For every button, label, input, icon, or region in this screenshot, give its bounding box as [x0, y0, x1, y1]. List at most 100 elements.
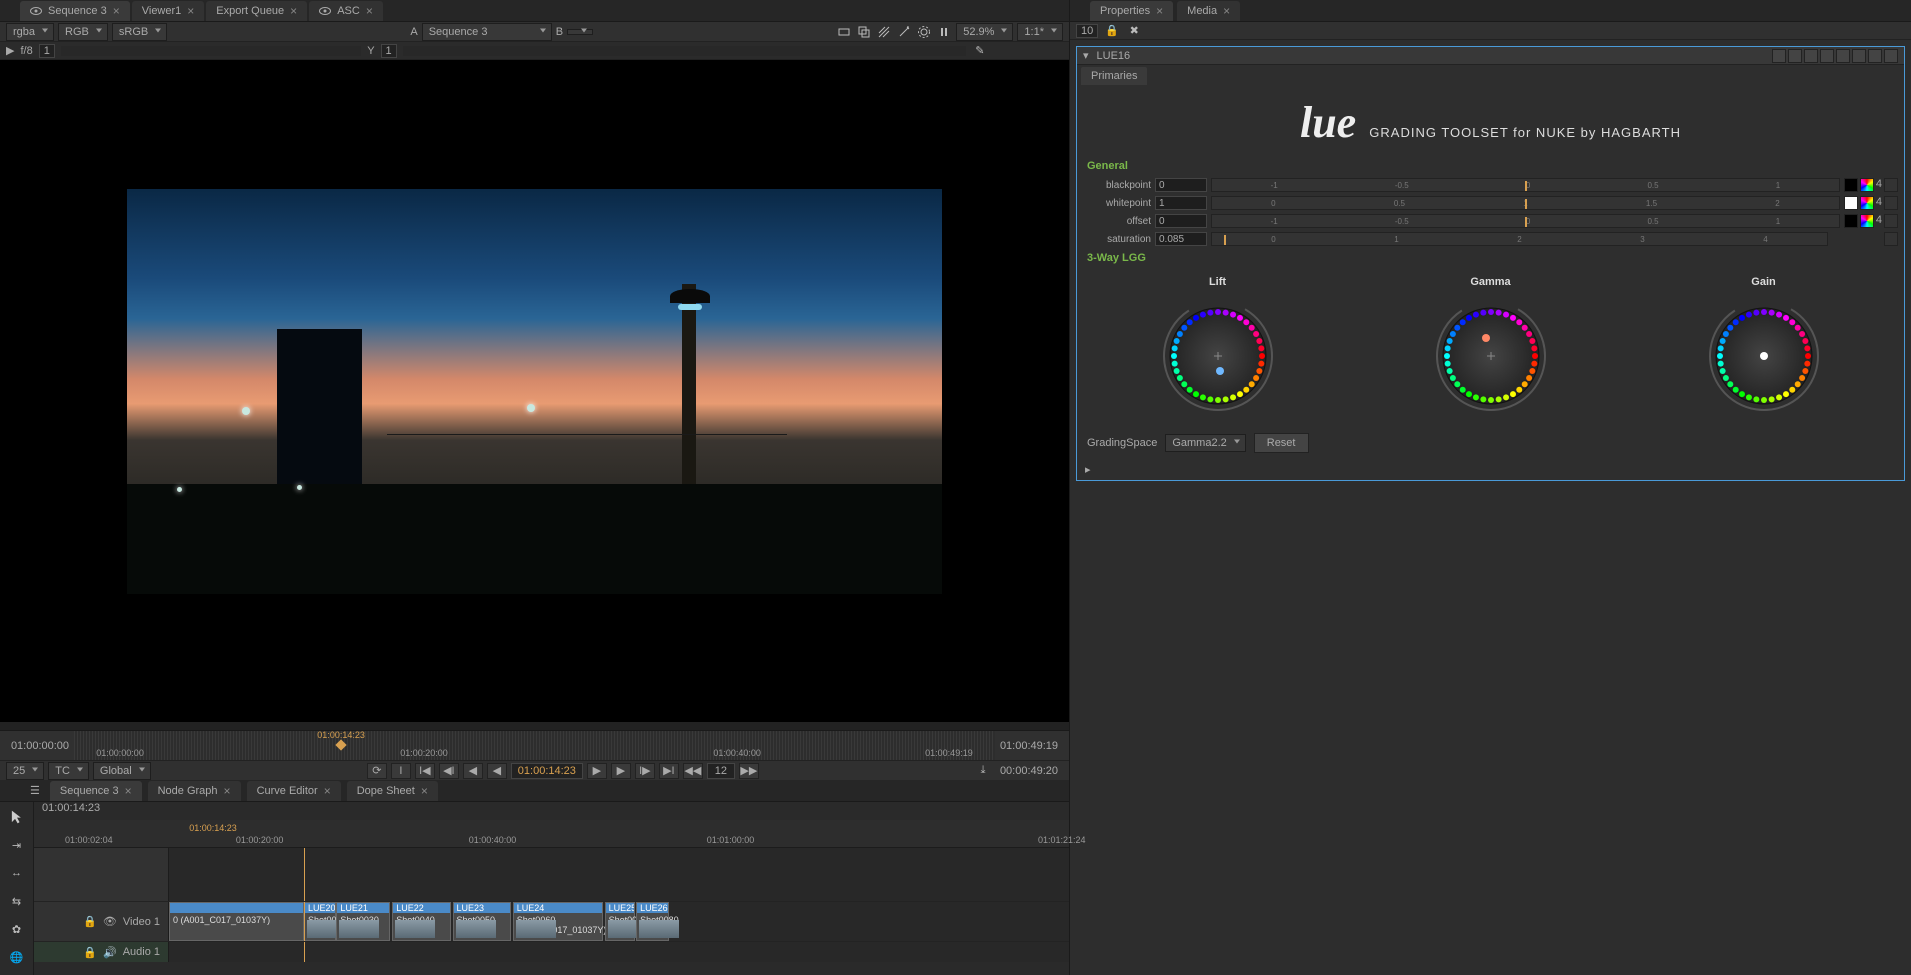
- viewer-area[interactable]: [0, 60, 1069, 722]
- eye-icon[interactable]: 👁: [103, 915, 117, 928]
- go-start-icon[interactable]: I◀: [415, 763, 435, 779]
- saturation-input[interactable]: [1155, 232, 1207, 246]
- close-icon[interactable]: ×: [187, 4, 194, 18]
- range-tool-icon[interactable]: ↔: [8, 864, 26, 882]
- node-header[interactable]: ▾ LUE16: [1077, 47, 1904, 65]
- node-close-icon[interactable]: [1884, 49, 1898, 63]
- edit-icon[interactable]: ✎: [972, 43, 988, 59]
- node-btn-6[interactable]: [1852, 49, 1866, 63]
- gain-color-wheel[interactable]: [1704, 296, 1824, 416]
- play-icon[interactable]: ▶: [587, 763, 607, 779]
- tab-properties[interactable]: Properties×: [1090, 1, 1173, 21]
- chevron-down-icon[interactable]: ▾: [1083, 49, 1089, 62]
- fstop-value[interactable]: 1: [39, 44, 55, 58]
- source-a-dropdown[interactable]: Sequence 3: [422, 23, 552, 41]
- timeline-ruler[interactable]: 01:00:14:2301:00:02:0401:00:20:0001:00:4…: [34, 820, 1069, 848]
- close-icon[interactable]: ×: [366, 4, 373, 18]
- clip-first[interactable]: 0 (A001_C017_01037Y): [169, 902, 304, 941]
- clip-icon[interactable]: [836, 24, 852, 40]
- node-help-icon[interactable]: [1868, 49, 1882, 63]
- audio-track-header[interactable]: 🔒 🔊 Audio 1: [34, 942, 169, 962]
- tab-dope-sheet[interactable]: Dope Sheet×: [347, 781, 438, 801]
- color-wheel-swatch[interactable]: [1860, 214, 1874, 228]
- step-back-icon[interactable]: ◀: [463, 763, 483, 779]
- clip-LUE22[interactable]: LUE22Shot0040: [392, 902, 451, 941]
- reset-button[interactable]: Reset: [1254, 433, 1309, 453]
- clear-icon[interactable]: ✖: [1126, 23, 1142, 39]
- anim-curve-icon[interactable]: [1884, 178, 1898, 192]
- anim-curve-icon[interactable]: [1884, 196, 1898, 210]
- select-tool-icon[interactable]: [8, 808, 26, 826]
- prev-clip-icon[interactable]: ◀I: [439, 763, 459, 779]
- pause-bars-icon[interactable]: [936, 24, 952, 40]
- gamma-color-wheel[interactable]: [1431, 296, 1551, 416]
- speaker-icon[interactable]: 🔊: [103, 946, 117, 959]
- color-wheel-swatch[interactable]: [1860, 178, 1874, 192]
- channel-rgb-dropdown[interactable]: RGB: [58, 23, 108, 41]
- lock-icon[interactable]: 🔒: [1104, 23, 1120, 39]
- step-fwd-icon[interactable]: ▶: [611, 763, 631, 779]
- skip-fwd-icon[interactable]: ▶▶: [739, 763, 759, 779]
- in-point-button[interactable]: I: [391, 763, 411, 779]
- blackpoint-input[interactable]: [1155, 178, 1207, 192]
- lock-icon[interactable]: 🔒: [83, 915, 97, 928]
- max-panels[interactable]: 10: [1076, 24, 1098, 38]
- export-icon[interactable]: ⤓: [975, 763, 991, 779]
- tab-asc[interactable]: ASC ×: [309, 1, 383, 21]
- clip-LUE20[interactable]: LUE20Shot0020: [304, 902, 336, 941]
- current-timecode[interactable]: 01:00:14:23: [511, 763, 583, 779]
- close-icon[interactable]: ×: [324, 784, 331, 798]
- fps-dropdown[interactable]: 25: [6, 762, 44, 780]
- tab-sequence3[interactable]: Sequence 3 ×: [20, 1, 130, 21]
- close-icon[interactable]: ×: [113, 4, 120, 18]
- color-wheel-swatch[interactable]: [1860, 196, 1874, 210]
- stack-icon[interactable]: ☰: [30, 784, 40, 797]
- clip-LUE26[interactable]: LUE26Shot0080: [636, 902, 669, 941]
- play-icon[interactable]: ▶: [6, 44, 14, 57]
- clip-LUE25[interactable]: LUE25Shot0070: [605, 902, 636, 941]
- whitepoint-slider[interactable]: 00.511.52: [1211, 196, 1840, 210]
- color-swatch[interactable]: [1844, 214, 1858, 228]
- wheel-indicator[interactable]: [1760, 352, 1768, 360]
- tab-node-graph[interactable]: Node Graph×: [148, 781, 241, 801]
- grading-space-dropdown[interactable]: Gamma2.2: [1165, 434, 1245, 452]
- node-btn-1[interactable]: [1772, 49, 1786, 63]
- globe-tool-icon[interactable]: 🌐: [8, 948, 26, 966]
- source-b-dropdown[interactable]: [567, 29, 593, 35]
- clip-LUE24[interactable]: LUE24Shot0060 (A001_C017_01037Y): [513, 902, 603, 941]
- anim-curve-icon[interactable]: [1884, 232, 1898, 246]
- node-undo-icon[interactable]: [1804, 49, 1818, 63]
- offset-input[interactable]: [1155, 214, 1207, 228]
- playhead-line[interactable]: [304, 848, 305, 901]
- blackpoint-slider[interactable]: -1-0.500.51: [1211, 178, 1840, 192]
- zoom-dropdown[interactable]: 52.9%: [956, 23, 1013, 41]
- viewer-hscroll[interactable]: [0, 722, 1069, 730]
- stripes-icon[interactable]: [876, 24, 892, 40]
- anim-curve-icon[interactable]: [1884, 214, 1898, 228]
- wheel-indicator[interactable]: [1216, 367, 1224, 375]
- close-icon[interactable]: ×: [1223, 4, 1230, 18]
- slip-tool-icon[interactable]: ⇆: [8, 892, 26, 910]
- video-track-header[interactable]: 🔒 👁 Video 1: [34, 902, 169, 941]
- wand-icon[interactable]: [896, 24, 912, 40]
- play-reverse-icon[interactable]: ◀: [487, 763, 507, 779]
- close-icon[interactable]: ×: [1156, 4, 1163, 18]
- close-icon[interactable]: ×: [125, 784, 132, 798]
- lift-color-wheel[interactable]: [1158, 296, 1278, 416]
- expand-toggle[interactable]: ▸: [1077, 459, 1904, 480]
- colorspace-dropdown[interactable]: sRGB: [112, 23, 167, 41]
- color-swatch[interactable]: [1844, 178, 1858, 192]
- loop-icon[interactable]: ⟳: [367, 763, 387, 779]
- gear-icon[interactable]: [916, 24, 932, 40]
- scope-dropdown[interactable]: Global: [93, 762, 151, 780]
- overlay-icon[interactable]: [856, 24, 872, 40]
- tab-media[interactable]: Media×: [1177, 1, 1240, 21]
- channel-rgba-dropdown[interactable]: rgba: [6, 23, 54, 41]
- out-timecode[interactable]: 01:00:49:19: [995, 740, 1063, 752]
- clip-LUE23[interactable]: LUE23Shot0050: [453, 902, 512, 941]
- gamma-slider[interactable]: [403, 46, 966, 56]
- node-btn-2[interactable]: [1788, 49, 1802, 63]
- tab-sequence3-timeline[interactable]: Sequence 3×: [50, 781, 142, 801]
- close-icon[interactable]: ×: [224, 784, 231, 798]
- whitepoint-input[interactable]: [1155, 196, 1207, 210]
